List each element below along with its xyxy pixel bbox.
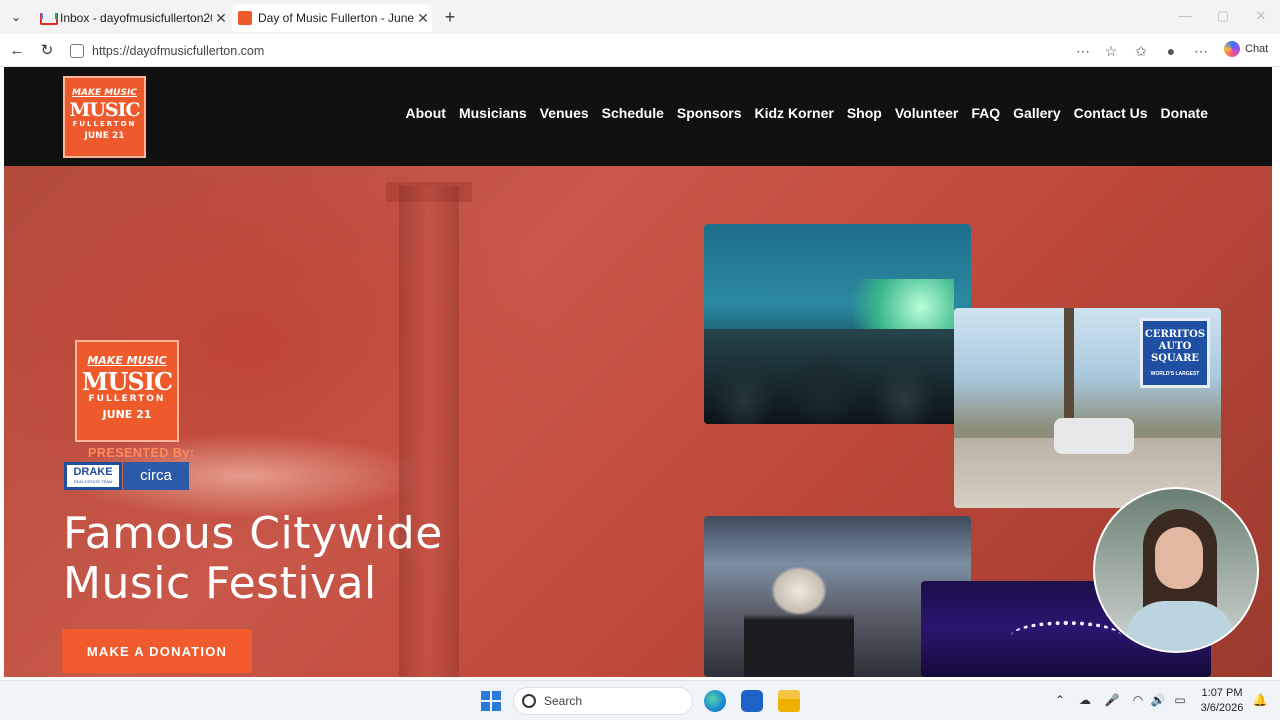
logo-music: MUSIC: [81, 367, 173, 396]
drake-name: DRAKE: [73, 466, 113, 478]
volume-icon[interactable]: 🔊: [1150, 693, 1166, 707]
new-tab-icon[interactable]: +: [440, 6, 460, 28]
tab-inbox[interactable]: Inbox - dayofmusicfullerton2025@ ✕: [34, 4, 230, 32]
headline-line-2: Music Festival: [63, 558, 377, 609]
battery-icon[interactable]: ▭: [1172, 693, 1188, 707]
chevron-up-icon[interactable]: ⌃: [1052, 693, 1068, 707]
search-icon: [522, 694, 536, 708]
nav-about[interactable]: About: [406, 105, 446, 121]
close-icon[interactable]: ✕: [212, 10, 230, 27]
sponsor-circa-logo: circa: [123, 462, 189, 490]
cerritos-auto-square-sign: CERRITOS AUTO SQUARE WORLD'S LARGEST: [1140, 318, 1210, 388]
reader-icon[interactable]: ⋯: [1074, 42, 1092, 60]
website-viewport: MAKE MUSIC MUSIC FULLERTON JUNE 21 About…: [4, 67, 1272, 677]
more-icon[interactable]: ⋯: [1192, 42, 1210, 60]
reload-icon[interactable]: ↻: [38, 42, 56, 60]
search-placeholder: Search: [544, 694, 583, 708]
clock-date: 3/6/2026: [1200, 702, 1244, 714]
address-bar: ← ↻ https://dayofmusicfullerton.com ⋯ ☆ …: [0, 34, 1280, 67]
nav-volunteer[interactable]: Volunteer: [895, 105, 959, 121]
nav-contact-us[interactable]: Contact Us: [1074, 105, 1148, 121]
sign-subtext: WORLD'S LARGEST: [1150, 371, 1200, 377]
nav-schedule[interactable]: Schedule: [602, 105, 664, 121]
concert-crowd-photo: [704, 224, 971, 424]
minimize-icon[interactable]: —: [1166, 0, 1204, 34]
microphone-icon[interactable]: 🎤: [1104, 693, 1120, 707]
windows-start-icon[interactable]: [481, 691, 501, 711]
hero-headline: Famous Citywide Music Festival: [63, 509, 623, 609]
nav-kidz-korner[interactable]: Kidz Korner: [755, 105, 834, 121]
car: [1054, 418, 1134, 454]
nav-sponsors[interactable]: Sponsors: [677, 105, 742, 121]
close-window-icon[interactable]: ✕: [1242, 0, 1280, 34]
string-lights: [1011, 621, 1121, 651]
back-icon[interactable]: ←: [8, 42, 26, 60]
sponsor-drake-logo: DRAKE REAL ESTATE TEAM: [64, 462, 122, 490]
dancer: [744, 551, 854, 677]
crowd: [704, 329, 971, 424]
nav-donate[interactable]: Donate: [1161, 105, 1208, 121]
sign-text: CERRITOS AUTO SQUARE: [1144, 329, 1206, 364]
hero-section: MAKE MUSIC MUSIC FULLERTON JUNE 21 PRESE…: [4, 166, 1272, 677]
header-logo[interactable]: MAKE MUSIC MUSIC FULLERTON JUNE 21: [63, 76, 146, 158]
close-icon[interactable]: ✕: [414, 10, 432, 27]
logo-city: FULLERTON: [88, 394, 166, 404]
url-field[interactable]: https://dayofmusicfullerton.com: [66, 38, 1066, 64]
url-text: https://dayofmusicfullerton.com: [92, 44, 265, 58]
nav-shop[interactable]: Shop: [847, 105, 882, 121]
nav-gallery[interactable]: Gallery: [1013, 105, 1060, 121]
profile-icon[interactable]: ●: [1162, 42, 1180, 60]
chat-label: Chat: [1245, 43, 1269, 55]
main-nav: About Musicians Venues Schedule Sponsors…: [406, 105, 1209, 121]
nav-venues[interactable]: Venues: [540, 105, 589, 121]
maximize-icon[interactable]: ▢: [1204, 0, 1242, 34]
favorites-icon[interactable]: ✩: [1132, 42, 1150, 60]
copilot-icon: [1224, 41, 1240, 57]
street-festival-photo: CERRITOS AUTO SQUARE WORLD'S LARGEST: [954, 308, 1221, 508]
nav-faq[interactable]: FAQ: [971, 105, 1000, 121]
tab-title: Day of Music Fullerton - June 21: [258, 11, 414, 25]
copilot-chat-button[interactable]: Chat: [1224, 41, 1268, 57]
presented-by-label: PRESENTED By:: [88, 446, 195, 460]
logo-make-music: MAKE MUSIC: [72, 88, 137, 98]
tab-actions-chevron-icon[interactable]: ⌄: [8, 9, 24, 25]
site-header: MAKE MUSIC MUSIC FULLERTON JUNE 21 About…: [4, 67, 1272, 166]
tab-day-of-music[interactable]: Day of Music Fullerton - June 21 ✕: [232, 4, 432, 32]
drake-subtitle: REAL ESTATE TEAM: [73, 479, 113, 484]
webcam-overlay: [1093, 487, 1259, 653]
headline-line-1: Famous Citywide: [63, 508, 443, 559]
wifi-icon[interactable]: ◠: [1130, 693, 1146, 707]
file-explorer-icon[interactable]: [778, 690, 800, 712]
windows-taskbar: Search ⌃ ☁ 🎤 ◠ 🔊 ▭ 1:07 PM 3/6/2026 🔔: [0, 680, 1280, 720]
favorite-star-icon[interactable]: ☆: [1102, 42, 1120, 60]
presenter-face: [1155, 527, 1203, 589]
window-controls: — ▢ ✕: [1166, 0, 1280, 34]
logo-date: JUNE 21: [102, 408, 152, 421]
logo-city: FULLERTON: [72, 120, 137, 128]
notification-bell-icon[interactable]: 🔔: [1252, 693, 1268, 707]
make-donation-button[interactable]: MAKE A DONATION: [62, 629, 252, 673]
store-icon[interactable]: [741, 690, 763, 712]
gmail-icon: [40, 11, 58, 25]
taskbar-search[interactable]: Search: [513, 687, 693, 715]
lock-icon: [70, 44, 84, 58]
edge-icon[interactable]: [704, 690, 726, 712]
tab-title: Inbox - dayofmusicfullerton2025@: [60, 11, 212, 25]
logo-date: JUNE 21: [84, 131, 125, 141]
logo-make-music: MAKE MUSIC: [87, 354, 167, 367]
nav-musicians[interactable]: Musicians: [459, 105, 527, 121]
onedrive-icon[interactable]: ☁: [1077, 693, 1093, 707]
presenter-body: [1125, 601, 1235, 651]
browser-tab-bar: ⌄ Inbox - dayofmusicfullerton2025@ ✕ Day…: [0, 0, 1280, 34]
taskbar-clock[interactable]: 1:07 PM 3/6/2026: [1196, 686, 1248, 716]
day-of-music-icon: [238, 11, 252, 25]
clock-time: 1:07 PM: [1201, 687, 1243, 699]
hero-logo: MAKE MUSIC MUSIC FULLERTON JUNE 21: [75, 340, 179, 442]
logo-music: MUSIC: [69, 99, 140, 121]
